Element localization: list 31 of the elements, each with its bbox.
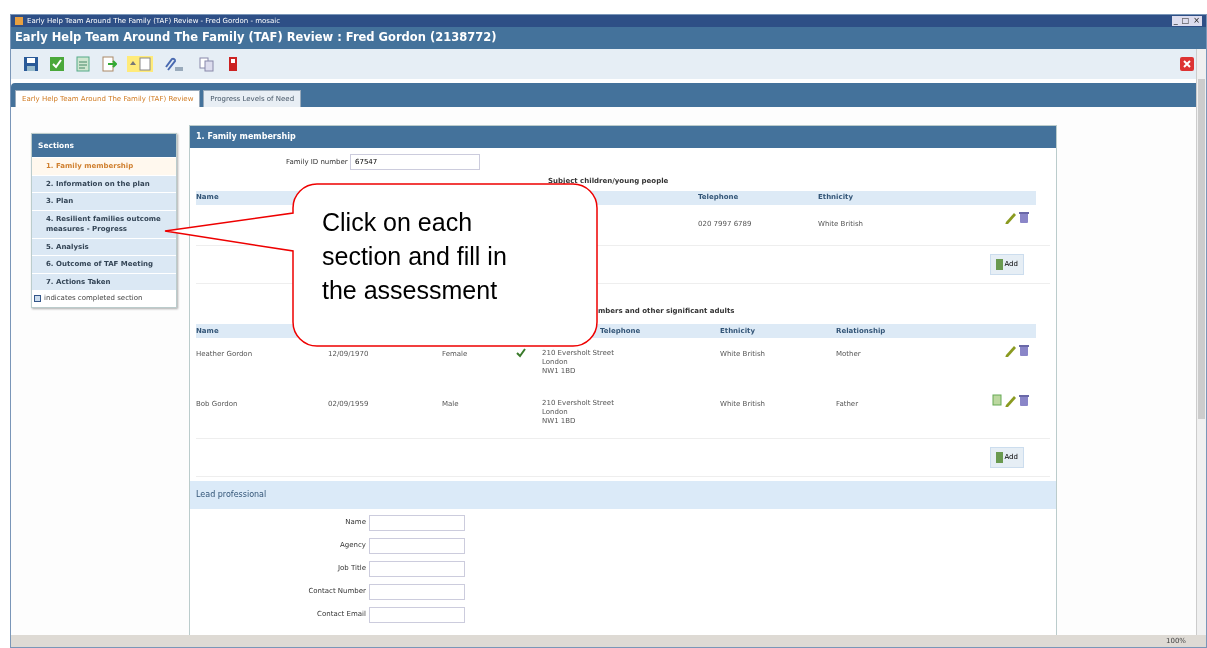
save-icon[interactable] — [23, 56, 39, 72]
export-icon[interactable] — [101, 56, 117, 72]
input-field[interactable] — [369, 514, 465, 531]
window-control[interactable]: □ — [1179, 16, 1192, 26]
app-icon — [15, 17, 23, 25]
close-icon[interactable] — [1180, 57, 1194, 71]
input-field[interactable] — [369, 606, 465, 623]
upload-icon[interactable] — [127, 56, 153, 72]
copy-icon[interactable] — [199, 56, 215, 72]
checkbox-icon — [34, 295, 41, 302]
scroll-thumb[interactable] — [1198, 79, 1205, 419]
add-icon — [996, 452, 1004, 463]
input-field[interactable] — [369, 537, 465, 554]
window-control[interactable]: × — [1191, 16, 1202, 26]
trash-icon[interactable] — [1018, 344, 1030, 357]
document-icon[interactable] — [75, 56, 91, 72]
input-field[interactable] — [369, 560, 465, 577]
form-title: Early Help Team Around The Family (TAF) Review : Fred Gordon (2138772) — [11, 27, 1206, 49]
panel-title: 1. Family membership — [190, 126, 1056, 148]
pencil-icon[interactable] — [1003, 394, 1016, 407]
window-control[interactable]: _ — [1171, 16, 1180, 26]
document-icon[interactable] — [991, 394, 1002, 407]
trash-icon[interactable] — [1018, 394, 1030, 407]
callout-text: Click on each section and fill in the assessment — [322, 207, 508, 306]
pencil-icon[interactable] — [1003, 344, 1016, 357]
add-icon — [996, 258, 1004, 270]
pencil-icon[interactable] — [1003, 210, 1016, 224]
trash-icon[interactable] — [1018, 210, 1030, 224]
input-field[interactable] — [369, 583, 465, 600]
check-icon[interactable] — [49, 56, 65, 72]
section-header: Lead professional — [190, 481, 1056, 509]
